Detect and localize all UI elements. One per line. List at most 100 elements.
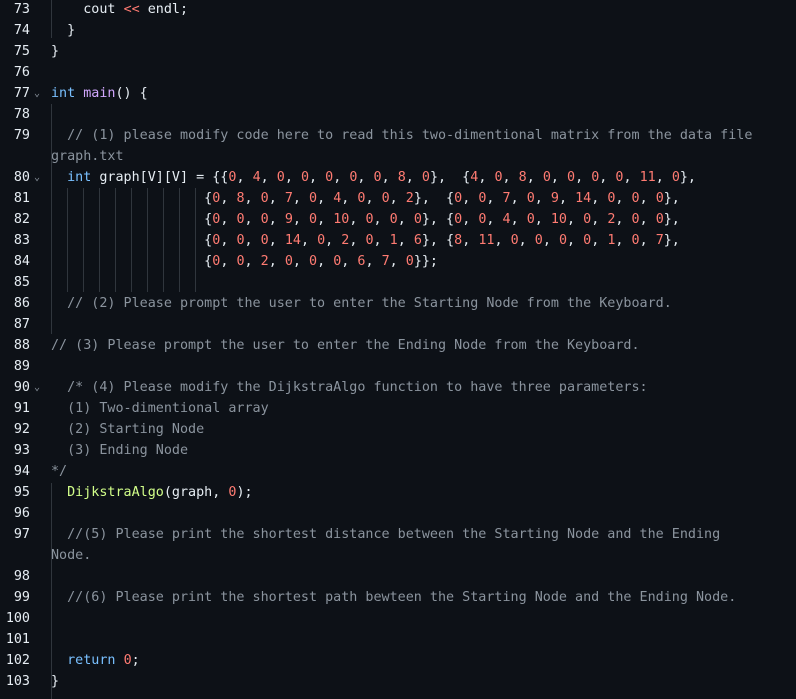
code-token: }, (663, 233, 680, 248)
code-text: {0, 0, 2, 0, 0, 0, 6, 7, 0}}; (51, 251, 438, 272)
code-line[interactable]: 75} (0, 41, 796, 62)
code-token: 0 (421, 170, 430, 185)
code-text: //(5) Please print the shortest distance… (51, 524, 720, 545)
code-token: , (389, 191, 406, 206)
code-line[interactable]: 85 (0, 272, 796, 293)
code-token: , (292, 254, 309, 269)
code-token: 0 (655, 212, 664, 227)
code-token: graph[V][V] = {{ (91, 170, 229, 185)
code-token: , (268, 254, 285, 269)
code-line[interactable]: 100 (0, 608, 796, 629)
code-line[interactable]: 95 DijkstraAlgo(graph, 0); (0, 482, 796, 503)
code-line[interactable]: 76 (0, 62, 796, 83)
code-token: , (542, 233, 559, 248)
line-number: 101 (5, 632, 30, 647)
code-line[interactable]: 90 ⌄ /* (4) Please modify the DijkstraAlg… (0, 377, 796, 398)
code-line[interactable]: 101 (0, 629, 796, 650)
code-token: , (317, 254, 334, 269)
code-token: 0 (300, 170, 309, 185)
code-token: 4 (502, 212, 511, 227)
code-token: 0 (365, 233, 374, 248)
code-token: , (462, 191, 479, 206)
code-token: }, { (421, 233, 455, 248)
code-editor[interactable]: 73 cout << endl; 74 } 75} 76 77 ⌄ int main() {… (0, 0, 796, 699)
code-line[interactable]: 82 {0, 0, 0, 9, 0, 10, 0, 0, 0}, {0, 0, … (0, 209, 796, 230)
code-text: /* (4) Please modify the DijkstraAlgo fu… (51, 377, 647, 398)
line-number: 82 (13, 212, 30, 227)
code-token: 0 (542, 170, 551, 185)
code-line[interactable]: 93 (3) Ending Node (0, 440, 796, 461)
code-token: , (502, 170, 519, 185)
code-line[interactable]: 84 {0, 0, 2, 0, 0, 0, 6, 7, 0}}; (0, 251, 796, 272)
code-token: , (300, 233, 318, 248)
code-token: }, (663, 212, 680, 227)
code-line[interactable]: 89 (0, 356, 796, 377)
code-line[interactable]: 98 (0, 566, 796, 587)
code-line[interactable]: 86 // (2) Please prompt the user to ente… (0, 293, 796, 314)
indent-guide (179, 188, 180, 292)
code-line[interactable]: 99 //(6) Please print the shortest path … (0, 587, 796, 608)
code-token: ; (131, 653, 140, 668)
code-line[interactable]: 74 } (0, 20, 796, 41)
code-token: , (284, 170, 301, 185)
code-token: Node. (51, 548, 92, 563)
code-token: , (615, 212, 632, 227)
line-number: 85 (13, 275, 30, 290)
code-line[interactable]: 88 // (3) Please prompt the user to enter… (0, 335, 796, 356)
code-token: , (292, 191, 309, 206)
indent-guide (67, 188, 68, 292)
code-text: // (1) please modify code here to read t… (51, 125, 752, 146)
code-token: } (51, 23, 76, 38)
code-line[interactable]: 97 //(5) Please print the shortest dista… (0, 524, 796, 545)
line-number: 81 (13, 191, 30, 206)
line-number: 78 (13, 107, 30, 122)
fold-chevron-icon[interactable]: ⌄ (34, 167, 44, 188)
code-token: 0 (454, 191, 463, 206)
code-line[interactable]: 102 return 0; (0, 650, 796, 671)
fold-chevron-icon[interactable]: ⌄ (34, 83, 44, 104)
code-line[interactable]: 103} (0, 671, 796, 692)
code-token: 0 (631, 212, 640, 227)
code-token: , (405, 170, 422, 185)
code-token: // (3) Please prompt the user to enter t… (51, 338, 640, 353)
code-token: 14 (575, 191, 592, 206)
code-token: () { (115, 86, 148, 101)
code-text: {0, 8, 0, 7, 0, 4, 0, 0, 2}, {0, 0, 7, 0… (51, 188, 680, 209)
code-token: 0 (526, 212, 535, 227)
code-token: } (51, 674, 60, 689)
code-token: 0 (381, 191, 390, 206)
code-token: 0 (631, 233, 640, 248)
code-line[interactable]: 77 ⌄ int main() { (0, 83, 796, 104)
line-number: 76 (13, 65, 30, 80)
code-line[interactable]: 87 (0, 314, 796, 335)
code-line[interactable]: Node. (0, 545, 796, 566)
code-token: , (510, 212, 527, 227)
code-line[interactable]: 80 ⌄ int graph[V][V] = {{0, 4, 0, 0, 0, 0… (0, 167, 796, 188)
code-token: , (349, 233, 366, 248)
code-token: return (67, 653, 116, 668)
code-text: int graph[V][V] = {{0, 4, 0, 0, 0, 0, 0,… (51, 167, 696, 188)
code-token: , (486, 191, 503, 206)
code-token: ); (236, 485, 253, 500)
code-line[interactable]: 83 {0, 0, 0, 14, 0, 2, 0, 1, 6}, {8, 11,… (0, 230, 796, 251)
code-token: , (373, 233, 390, 248)
fold-chevron-icon[interactable]: ⌄ (34, 377, 44, 398)
code-line[interactable]: graph.txt (0, 146, 796, 167)
code-line[interactable]: 78 (0, 104, 796, 125)
code-line[interactable]: 91 (1) Two-dimentional array (0, 398, 796, 419)
code-token: int (51, 86, 76, 101)
code-token: , (623, 170, 640, 185)
code-token: 0 (309, 191, 318, 206)
code-line[interactable]: 92 (2) Starting Node (0, 419, 796, 440)
code-token: }, (679, 170, 696, 185)
code-token: , (567, 212, 584, 227)
code-line[interactable]: 96 (0, 503, 796, 524)
code-token: , (397, 212, 414, 227)
code-line[interactable]: 79 // (1) please modify code here to rea… (0, 125, 796, 146)
code-token: */ (51, 464, 68, 479)
code-line[interactable]: 73 cout << endl; (0, 0, 796, 20)
code-token: 11 (639, 170, 656, 185)
code-line[interactable]: 81 {0, 8, 0, 7, 0, 4, 0, 0, 2}, {0, 0, 7… (0, 188, 796, 209)
code-line[interactable]: 94 */ (0, 461, 796, 482)
